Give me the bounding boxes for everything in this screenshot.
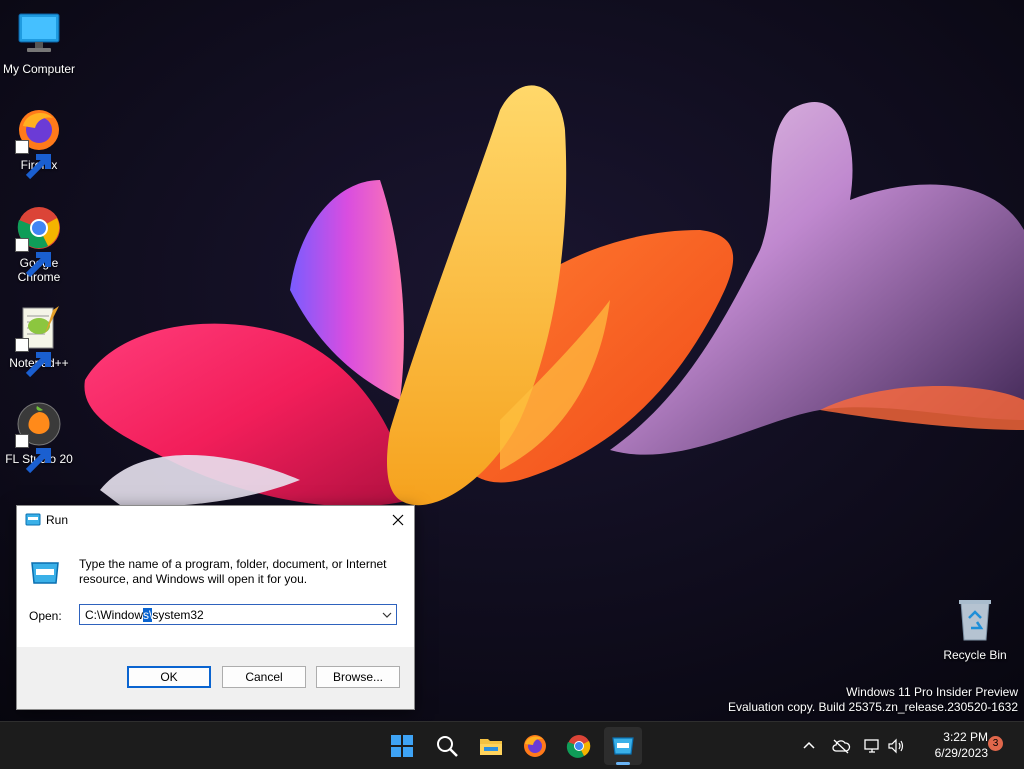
- notepad-plus-plus-icon: [15, 304, 63, 378]
- open-value-after: system32: [152, 607, 204, 622]
- shortcut-arrow-icon: [15, 338, 51, 378]
- ok-button[interactable]: OK: [127, 666, 211, 688]
- watermark-line-1: Windows 11 Pro Insider Preview: [846, 685, 1018, 699]
- run-description: Type the name of a program, folder, docu…: [79, 557, 387, 586]
- open-value-before: C:\Window: [85, 607, 144, 622]
- run-dialog-title: Run: [46, 513, 69, 527]
- firefox-icon: [15, 106, 63, 180]
- open-value-selected: s\: [143, 607, 153, 622]
- desktop-icon-google-chrome[interactable]: Google Chrome: [0, 204, 78, 284]
- desktop-icon-notepad-plus-plus[interactable]: Notepad++: [0, 304, 78, 378]
- desktop-icon-recycle-bin[interactable]: Recycle Bin: [936, 596, 1014, 662]
- taskbar: 3:22 PM 6/29/2023 3: [0, 721, 1024, 769]
- shortcut-arrow-icon: [15, 434, 51, 474]
- desktop-icon-my-computer[interactable]: My Computer: [0, 10, 78, 76]
- cloud-offline-icon: [832, 739, 851, 754]
- chevron-up-icon: [803, 741, 815, 749]
- cancel-button[interactable]: Cancel: [222, 666, 306, 688]
- watermark-line-2: Evaluation copy. Build 25375.zn_release.…: [728, 700, 1018, 714]
- speaker-icon: [888, 738, 904, 754]
- evaluation-watermark: Windows 11 Pro Insider Preview Evaluatio…: [728, 685, 1018, 715]
- volume-button[interactable]: [884, 734, 908, 758]
- search-button[interactable]: [428, 727, 466, 765]
- monitor-icon: [15, 10, 63, 58]
- chrome-taskbar-button[interactable]: [560, 727, 598, 765]
- firefox-taskbar-button[interactable]: [516, 727, 554, 765]
- start-button[interactable]: [383, 727, 421, 765]
- desktop-icon-firefox[interactable]: Firefox: [0, 106, 78, 180]
- browse-button[interactable]: Browse...: [316, 666, 400, 688]
- open-label: Open:: [29, 609, 62, 623]
- chevron-down-icon[interactable]: [380, 608, 394, 622]
- run-dialog: Run Type the name of a program, folder, …: [16, 505, 415, 710]
- clock-date: 6/29/2023: [934, 746, 988, 760]
- clock-time: 3:22 PM: [943, 730, 988, 744]
- onedrive-button[interactable]: [829, 734, 853, 758]
- run-body: Type the name of a program, folder, docu…: [17, 534, 414, 647]
- run-titlebar[interactable]: Run: [17, 506, 414, 534]
- fl-studio-icon: [15, 400, 63, 474]
- network-icon: [864, 739, 879, 753]
- desktop-icon-label: My Computer: [2, 62, 76, 76]
- file-explorer-button[interactable]: [472, 727, 510, 765]
- chrome-icon: [566, 735, 591, 758]
- desktop-icon-fl-studio[interactable]: FL Studio 20: [0, 400, 78, 474]
- network-button[interactable]: [860, 734, 884, 758]
- chrome-icon: [15, 204, 63, 278]
- firefox-icon: [524, 735, 546, 757]
- file-explorer-icon: [480, 739, 502, 755]
- run-program-icon: [31, 562, 59, 584]
- close-icon: [392, 514, 404, 526]
- desktop-icon-label: Recycle Bin: [943, 648, 1007, 662]
- start-icon: [391, 735, 413, 757]
- run-icon: [25, 513, 41, 526]
- show-hidden-icons-button[interactable]: [797, 734, 821, 758]
- notification-badge[interactable]: 3: [988, 736, 1003, 751]
- close-button[interactable]: [382, 506, 414, 534]
- shortcut-arrow-icon: [15, 238, 51, 278]
- recycle-bin-icon: [951, 596, 999, 644]
- run-button-bar: OK Cancel Browse...: [17, 647, 414, 709]
- clock[interactable]: 3:22 PM 6/29/2023: [912, 729, 988, 761]
- run-taskbar-button[interactable]: [604, 727, 642, 765]
- shortcut-arrow-icon: [15, 140, 51, 180]
- open-combobox[interactable]: C:\Window s\ system32: [79, 604, 397, 625]
- search-icon: [437, 736, 458, 757]
- run-icon: [612, 737, 634, 755]
